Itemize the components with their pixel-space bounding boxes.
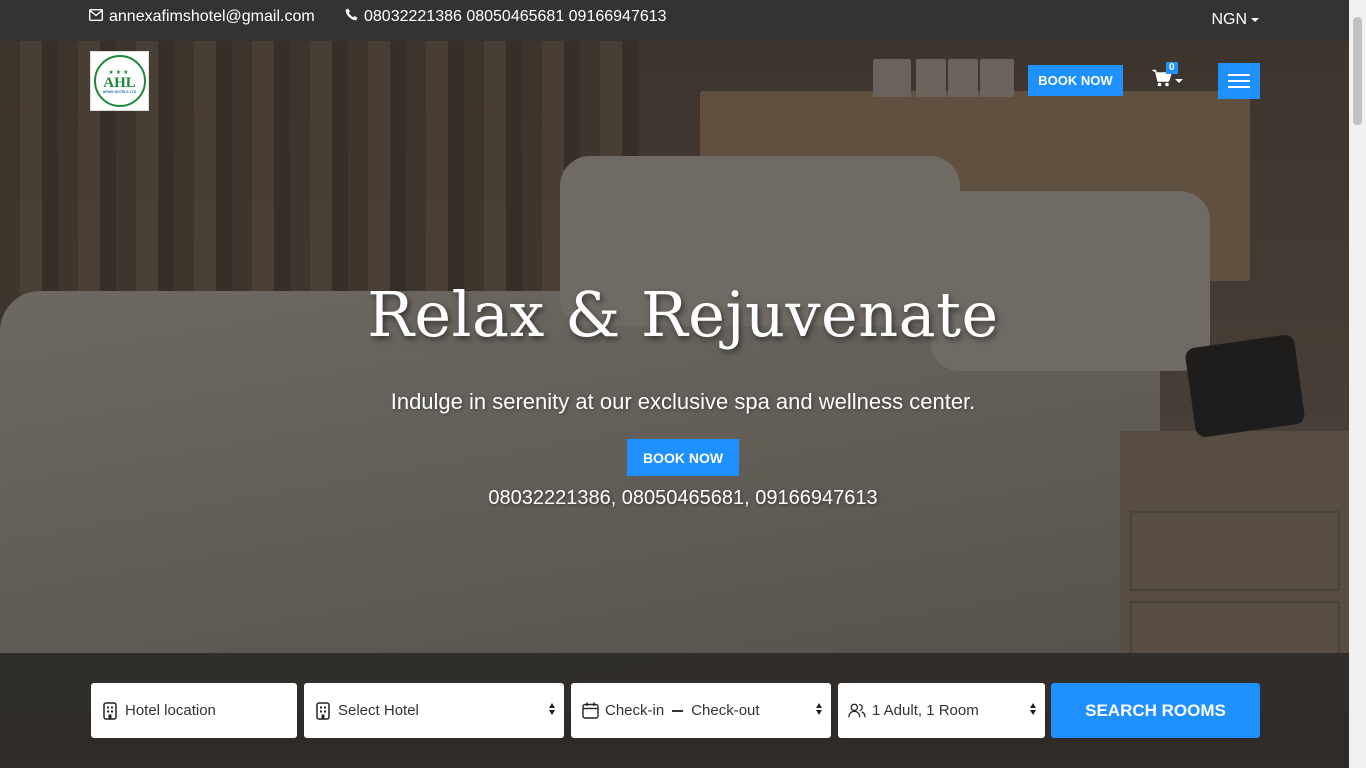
check-in-label[interactable]: Check-in <box>605 702 664 719</box>
menu-toggle-button[interactable] <box>1218 63 1260 99</box>
hero-phone-numbers: 08032221386, 08050465681, 09166947613 <box>488 487 878 509</box>
scrollbar-thumb[interactable] <box>1353 17 1362 125</box>
logo-subtitle: AFIMS HOTELS LTD <box>102 89 137 94</box>
hero-headline: Relax & Rejuvenate <box>367 278 999 351</box>
chevron-down-icon <box>1251 18 1259 22</box>
top-bar: annexafimshotel@gmail.com 08032221386 08… <box>0 0 1349 41</box>
hotel-location-placeholder: Hotel location <box>125 702 216 719</box>
currency-label[interactable]: NGN <box>1211 11 1247 29</box>
hotel-location-input[interactable]: Hotel location <box>91 683 297 738</box>
logo-mark: AHL <box>103 74 136 91</box>
hamburger-line <box>1228 86 1250 88</box>
chevron-down-icon <box>1175 78 1183 83</box>
hero-subtitle: Indulge in serenity at our exclusive spa… <box>390 389 976 414</box>
building-icon <box>314 701 332 720</box>
phone-icon <box>345 8 358 26</box>
search-rooms-button[interactable]: SEARCH ROOMS <box>1051 683 1260 738</box>
hamburger-line <box>1228 74 1250 76</box>
main-navbar: ★★★ AHL AFIMS HOTELS LTD BOOK NOW 0 <box>0 41 1349 121</box>
contact-phone[interactable]: 08032221386 08050465681 09166947613 <box>345 8 667 26</box>
calendar-icon <box>581 702 599 720</box>
currency-selector[interactable]: NGN <box>1211 11 1259 29</box>
select-hotel-dropdown[interactable]: Select Hotel <box>304 683 564 738</box>
contact-email[interactable]: annexafimshotel@gmail.com <box>88 8 315 26</box>
select-hotel-label: Select Hotel <box>338 702 419 719</box>
date-range-picker[interactable]: Check-in Check-out <box>571 683 831 738</box>
select-arrows-icon <box>1030 703 1036 715</box>
phone-text[interactable]: 08032221386 08050465681 09166947613 <box>364 8 667 26</box>
cart-count-badge: 0 <box>1166 62 1178 74</box>
hamburger-line <box>1228 80 1250 82</box>
email-text[interactable]: annexafimshotel@gmail.com <box>109 8 315 26</box>
cart-button[interactable]: 0 <box>1152 62 1183 92</box>
brand-logo[interactable]: ★★★ AHL AFIMS HOTELS LTD <box>90 51 149 111</box>
nav-book-now-button[interactable]: BOOK NOW <box>1028 65 1123 96</box>
guests-label: 1 Adult, 1 Room <box>872 702 979 719</box>
select-arrows-icon <box>816 703 822 715</box>
select-arrows-icon <box>549 703 555 715</box>
building-icon <box>101 701 119 720</box>
guests-rooms-selector[interactable]: 1 Adult, 1 Room <box>838 683 1045 738</box>
envelope-icon <box>88 8 104 26</box>
hero-book-now-button[interactable]: BOOK NOW <box>627 439 739 476</box>
check-out-label[interactable]: Check-out <box>691 702 759 719</box>
page-scrollbar[interactable] <box>1349 0 1366 768</box>
date-separator <box>672 709 684 712</box>
users-icon <box>848 702 866 720</box>
logo-emblem: ★★★ AHL AFIMS HOTELS LTD <box>93 55 146 107</box>
